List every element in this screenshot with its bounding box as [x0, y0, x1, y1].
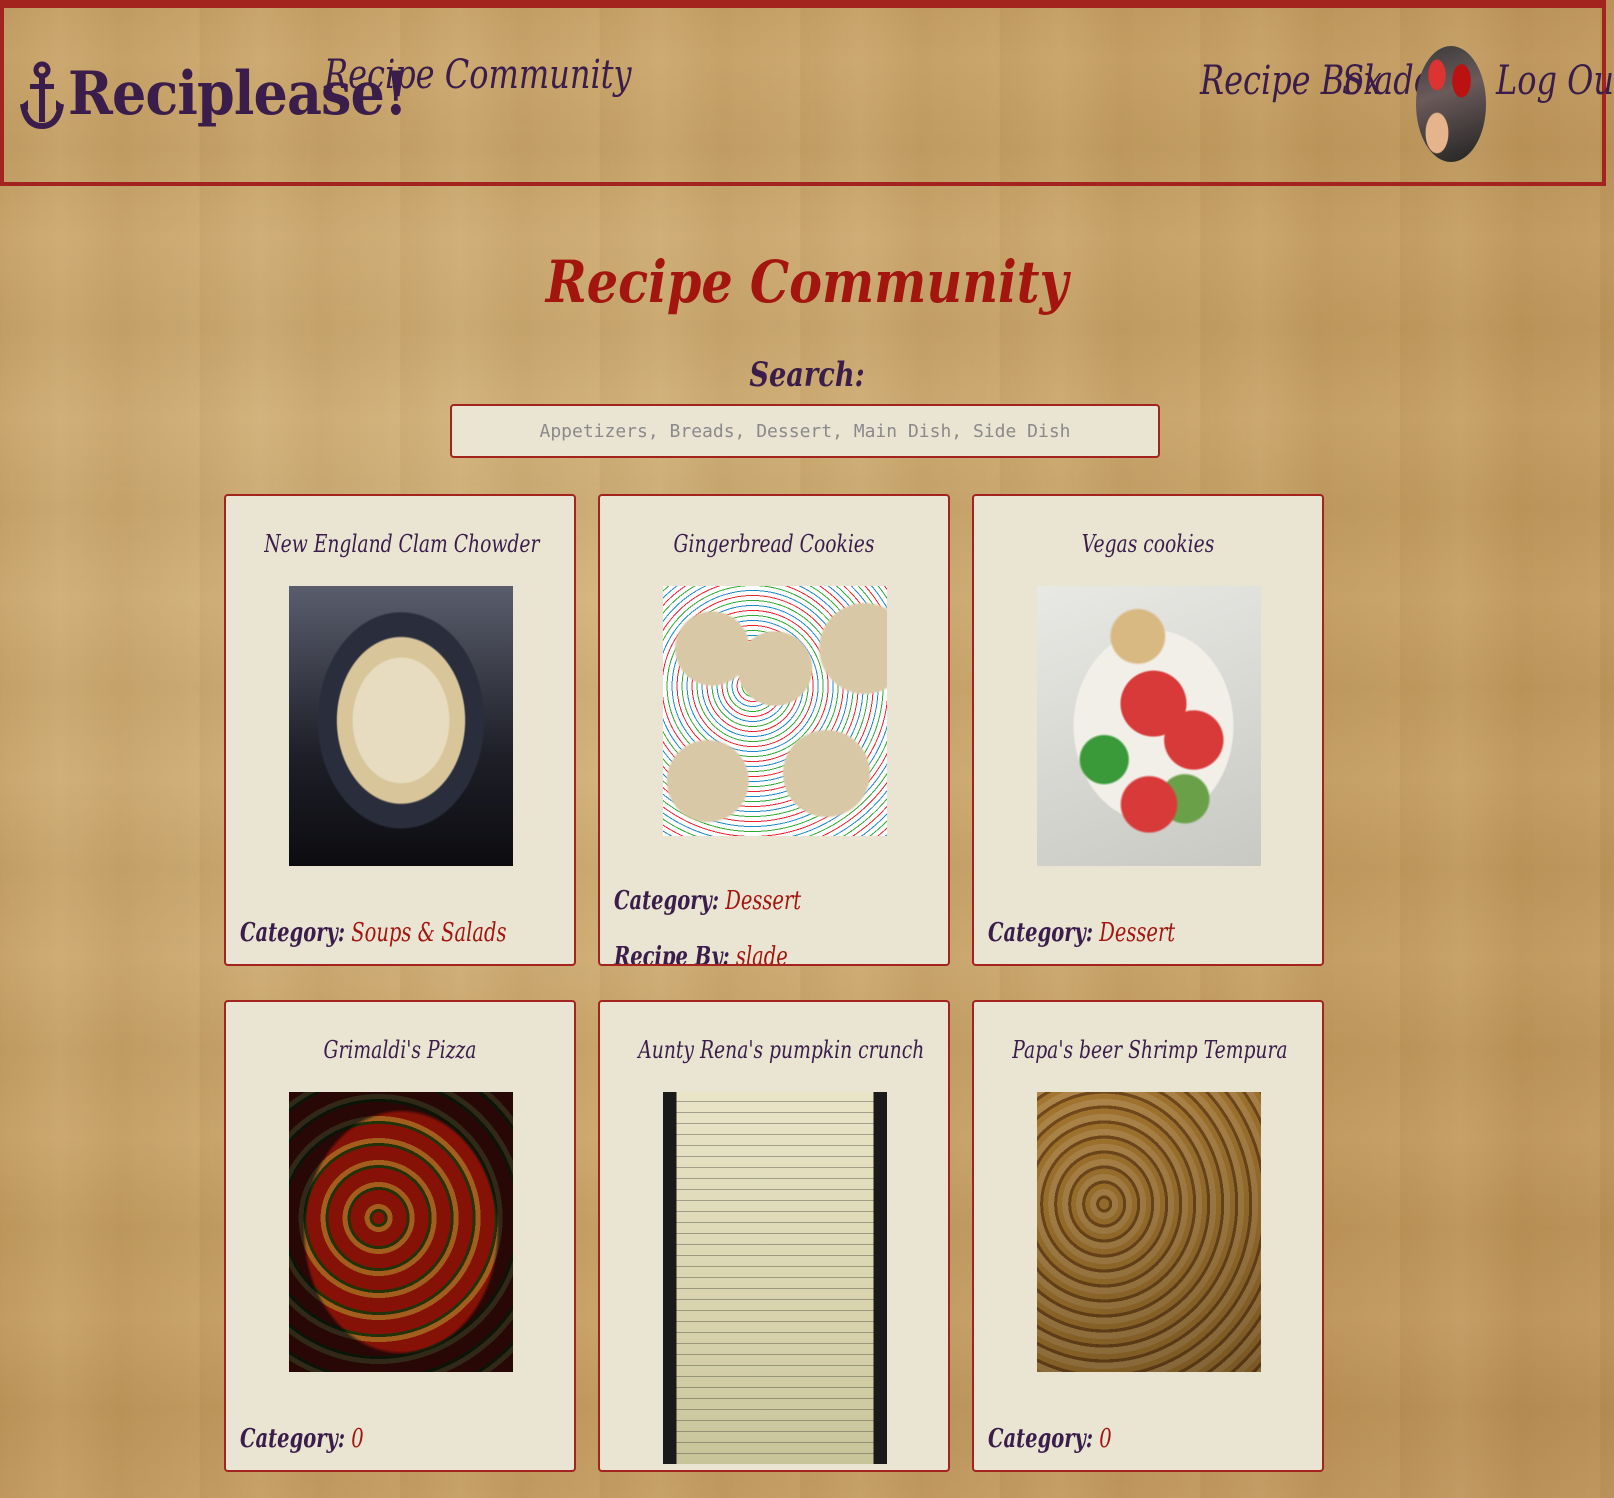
category-value[interactable]: Soups & Salads	[351, 918, 506, 948]
recipe-image[interactable]	[1037, 586, 1261, 866]
recipe-card[interactable]: Papa's beer Shrimp Tempura Category: 0	[972, 1000, 1324, 1472]
page-title: Recipe Community	[545, 248, 1069, 316]
recipe-category: Category: 0	[240, 1424, 364, 1454]
category-value[interactable]: Dessert	[725, 886, 801, 916]
recipe-title[interactable]: Gingerbread Cookies	[638, 530, 909, 558]
recipe-category: Category: Dessert	[614, 886, 801, 916]
recipe-card[interactable]: Gingerbread Cookies Category: Dessert Re…	[598, 494, 950, 966]
category-label: Category:	[240, 1424, 346, 1454]
author-label: Recipe By:	[614, 942, 730, 966]
recipe-image[interactable]	[1037, 1092, 1261, 1372]
recipe-title[interactable]: Aunty Rena's pumpkin crunch	[638, 1036, 924, 1064]
recipe-category: Category: 0	[988, 1424, 1112, 1454]
user-avatar[interactable]	[1416, 46, 1486, 162]
recipe-title[interactable]: Grimaldi's Pizza	[264, 1036, 535, 1064]
category-label: Category:	[614, 886, 720, 916]
recipe-category: Category: Soups & Salads	[240, 918, 506, 948]
site-header: Reciplease! Recipe Community Recipe Box …	[0, 0, 1614, 186]
recipe-category: Category: Dessert	[988, 918, 1175, 948]
category-value[interactable]: Dessert	[1099, 918, 1175, 948]
category-value[interactable]: 0	[351, 1424, 363, 1454]
recipe-card[interactable]: Grimaldi's Pizza Category: 0	[224, 1000, 576, 1472]
recipe-image[interactable]	[663, 1092, 887, 1464]
recipe-card[interactable]: New England Clam Chowder Category: Soups…	[224, 494, 576, 966]
anchor-icon	[20, 61, 64, 130]
recipe-card[interactable]: Aunty Rena's pumpkin crunch	[598, 1000, 950, 1472]
recipe-image[interactable]	[289, 586, 513, 866]
recipe-title[interactable]: Vegas cookies	[1012, 530, 1283, 558]
category-value[interactable]: 0	[1099, 1424, 1111, 1454]
nav-log-out[interactable]: Log Out	[1496, 58, 1614, 104]
search-label: Search:	[749, 355, 865, 395]
category-label: Category:	[240, 918, 346, 948]
nav-recipe-community[interactable]: Recipe Community	[324, 52, 632, 98]
category-label: Category:	[988, 918, 1094, 948]
recipe-title[interactable]: New England Clam Chowder	[264, 530, 539, 558]
recipe-author: Recipe By: slade	[614, 942, 788, 966]
recipe-image[interactable]	[289, 1092, 513, 1372]
author-value[interactable]: slade	[736, 942, 788, 964]
search-input[interactable]	[450, 404, 1160, 458]
category-label: Category:	[988, 1424, 1094, 1454]
recipe-card[interactable]: Vegas cookies Category: Dessert	[972, 494, 1324, 966]
recipe-image[interactable]	[663, 586, 887, 836]
recipe-title[interactable]: Papa's beer Shrimp Tempura	[1012, 1036, 1287, 1064]
